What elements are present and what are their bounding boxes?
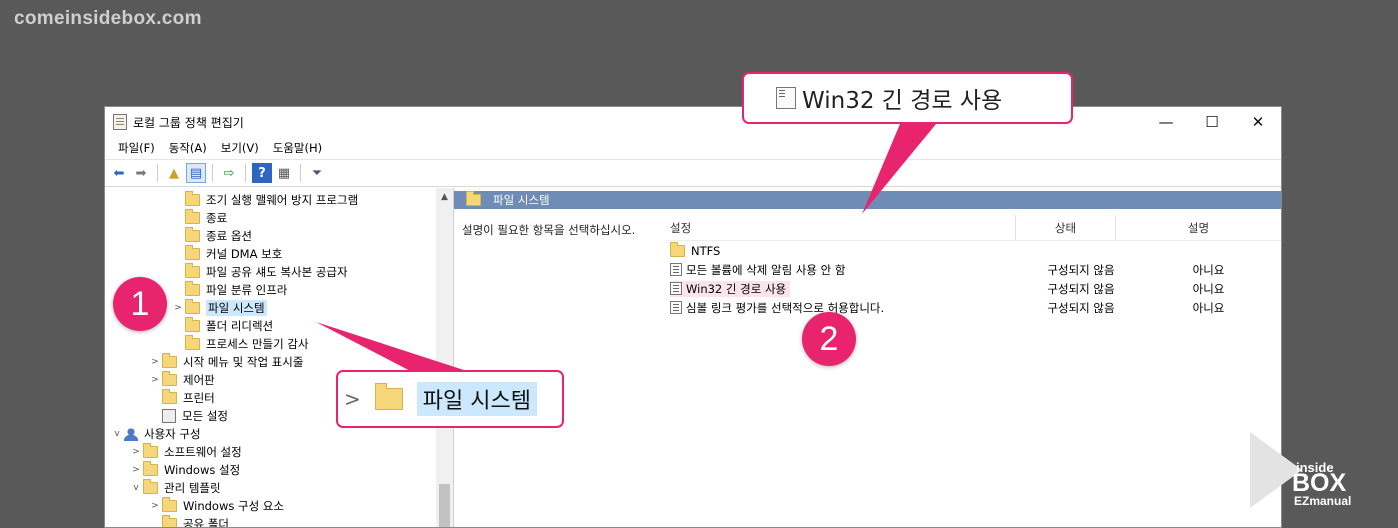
folder-icon: [185, 263, 200, 278]
folder-icon: [185, 209, 200, 224]
tree-item[interactable]: 커널 DMA 보호: [171, 245, 282, 263]
folder-icon: [162, 389, 177, 404]
tree-item[interactable]: 공유 폴더: [148, 515, 229, 527]
window-title: 로컬 그룹 정책 편집기: [133, 115, 244, 130]
tree-item[interactable]: 파일 공유 섀도 복사본 공급자: [171, 263, 348, 281]
app-icon: [113, 114, 127, 130]
list-row-policy[interactable]: 모든 볼륨에 삭제 알림 사용 안 함 구성되지 않음 아니요: [666, 260, 1281, 279]
callout-win32-long-paths: Win32 긴 경로 사용: [742, 72, 1073, 124]
step-badge-2: 2: [802, 312, 856, 366]
content-area: 조기 실행 맬웨어 방지 프로그램 종료 종료 옵션 커널 DMA 보호 파일 …: [105, 188, 1281, 527]
column-setting[interactable]: 설정: [666, 215, 1016, 240]
gpedit-window: 로컬 그룹 정책 편집기 — ☐ ✕ 파일(F) 동작(A) 보기(V) 도움말…: [104, 106, 1282, 528]
settings-list: 설정 상태 설명 NTFS 모든 볼륨에 삭제 알림 사용 안 함 구성되지 않…: [666, 215, 1281, 317]
chevron-right-icon[interactable]: >: [148, 375, 162, 385]
policy-setting-icon: [670, 282, 682, 295]
menu-file[interactable]: 파일(F): [111, 140, 162, 156]
policy-setting-icon: [670, 301, 682, 314]
chevron-right-icon[interactable]: >: [129, 447, 143, 457]
folder-icon: [162, 497, 177, 512]
tree-item[interactable]: 조기 실행 맬웨어 방지 프로그램: [171, 191, 358, 209]
policy-setting-icon: [670, 263, 682, 276]
column-state[interactable]: 상태: [1016, 215, 1116, 240]
pane-header: 파일 시스템: [454, 191, 1281, 209]
chevron-down-icon[interactable]: v: [110, 429, 124, 439]
folder-icon: [162, 515, 177, 527]
chevron-right-icon[interactable]: >: [148, 357, 162, 367]
tree-item[interactable]: 파일 분류 인프라: [171, 281, 287, 299]
tree-item[interactable]: 프로세스 만들기 감사: [171, 335, 309, 353]
tree-item[interactable]: v 관리 템플릿: [129, 479, 221, 497]
tree-item[interactable]: > Windows 구성 요소: [148, 497, 284, 515]
folder-icon: [185, 317, 200, 332]
details-pane: 파일 시스템 설명이 필요한 항목을 선택하십시오. 설정 상태 설명 NTFS…: [454, 188, 1281, 527]
policy-setting-icon: [776, 87, 796, 109]
callout-file-system: > 파일 시스템: [336, 370, 564, 428]
chevron-right-icon[interactable]: >: [148, 501, 162, 511]
column-comment[interactable]: 설명: [1116, 220, 1281, 236]
tree-item[interactable]: v 사용자 구성: [110, 425, 201, 443]
chevron-right-icon: >: [344, 387, 361, 411]
menu-view[interactable]: 보기(V): [214, 140, 266, 156]
export-list-icon[interactable]: ⇨: [219, 163, 239, 183]
tree-pane: 조기 실행 맬웨어 방지 프로그램 종료 종료 옵션 커널 DMA 보호 파일 …: [105, 188, 454, 527]
folder-icon: [185, 191, 200, 206]
tree-item[interactable]: > 시작 메뉴 및 작업 표시줄: [148, 353, 303, 371]
folder-icon: [374, 383, 403, 410]
tree-item[interactable]: 모든 설정: [148, 407, 228, 425]
folder-icon: [466, 191, 481, 206]
tree-scrollbar[interactable]: ▲: [436, 188, 453, 527]
up-folder-icon[interactable]: ▲: [164, 163, 184, 183]
tree-item[interactable]: 프린터: [148, 389, 215, 407]
insidebox-logo: inside BOX EZmanual: [1250, 432, 1380, 514]
tree-item[interactable]: > Windows 설정: [129, 461, 240, 479]
site-logo: comeinsidebox.com: [14, 8, 202, 29]
folder-icon: [143, 479, 158, 494]
maximize-button[interactable]: ☐: [1189, 113, 1235, 131]
help-icon[interactable]: ?: [252, 163, 272, 183]
folder-icon: [185, 335, 200, 350]
toolbar: ⬅ ➡ ▲ ▤ ⇨ ? ▦ ⏷: [105, 159, 1281, 187]
settings-page-icon: [162, 409, 176, 423]
show-hide-tree-icon[interactable]: ▤: [186, 163, 206, 183]
folder-icon: [162, 353, 177, 368]
properties-icon[interactable]: ▦: [274, 163, 294, 183]
tree-item[interactable]: > 소프트웨어 설정: [129, 443, 242, 461]
title-bar: 로컬 그룹 정책 편집기 — ☐ ✕: [105, 107, 1281, 137]
scroll-up-icon[interactable]: ▲: [436, 192, 453, 202]
menu-help[interactable]: 도움말(H): [266, 140, 329, 156]
minimize-button[interactable]: —: [1143, 113, 1189, 131]
chevron-down-icon[interactable]: v: [129, 483, 143, 493]
tree-item[interactable]: 종료 옵션: [171, 227, 252, 245]
chevron-right-icon[interactable]: >: [129, 465, 143, 475]
tree-item[interactable]: 폴더 리디렉션: [171, 317, 273, 335]
menu-bar: 파일(F) 동작(A) 보기(V) 도움말(H): [105, 137, 1281, 159]
folder-icon: [185, 245, 200, 260]
tree-item-file-system[interactable]: > 파일 시스템: [171, 299, 267, 317]
menu-action[interactable]: 동작(A): [162, 140, 214, 156]
close-button[interactable]: ✕: [1235, 113, 1281, 131]
folder-icon: [185, 227, 200, 242]
folder-icon: [185, 281, 200, 296]
step-badge-1: 1: [113, 277, 167, 331]
list-row-policy[interactable]: 심볼 링크 평가를 선택적으로 허용합니다. 구성되지 않음 아니요: [666, 298, 1281, 317]
back-arrow-icon[interactable]: ⬅: [109, 163, 129, 183]
folder-icon: [185, 299, 200, 314]
scroll-thumb[interactable]: [439, 484, 450, 527]
filter-icon[interactable]: ⏷: [307, 163, 327, 183]
forward-arrow-icon[interactable]: ➡: [131, 163, 151, 183]
tree-item[interactable]: > 제어판: [148, 371, 215, 389]
list-row-win32-long-paths[interactable]: Win32 긴 경로 사용 구성되지 않음 아니요: [666, 279, 1281, 298]
folder-icon: [143, 443, 158, 458]
user-icon: [124, 427, 138, 441]
list-header: 설정 상태 설명: [666, 215, 1281, 241]
folder-icon: [670, 241, 685, 257]
folder-icon: [143, 461, 158, 476]
list-row-ntfs[interactable]: NTFS: [666, 241, 1281, 260]
chevron-right-icon[interactable]: >: [171, 303, 185, 313]
folder-icon: [162, 371, 177, 386]
description-text: 설명이 필요한 항목을 선택하십시오.: [462, 223, 636, 237]
tree-item[interactable]: 종료: [171, 209, 227, 227]
